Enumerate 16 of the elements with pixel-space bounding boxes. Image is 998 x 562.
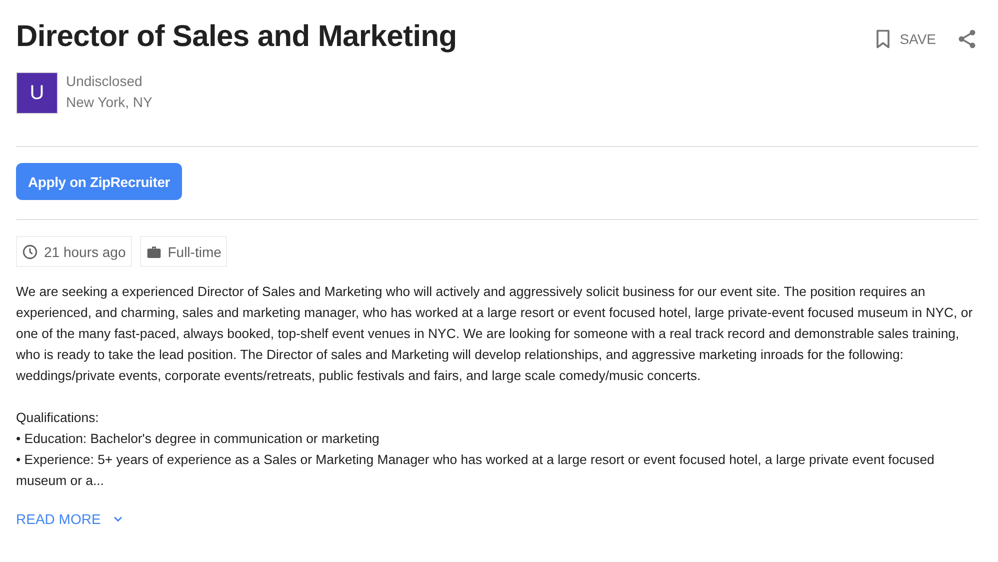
share-icon[interactable]	[956, 28, 978, 50]
company-logo: U	[16, 72, 58, 114]
qualifications-heading: Qualifications:	[16, 409, 100, 427]
briefcase-icon	[146, 244, 162, 260]
job-title: Director of Sales and Marketing	[16, 20, 457, 54]
apply-button[interactable]: Apply on ZipRecruiter	[16, 163, 182, 200]
company-name: Undisclosed	[66, 72, 144, 90]
save-button[interactable]: SAVE	[872, 28, 936, 50]
tag-label: Full-time	[168, 244, 222, 260]
job-location: New York, NY	[66, 93, 152, 111]
clock-icon	[22, 244, 38, 260]
description-text: We are seeking a experienced Director of Sales and Marketing who will actively and aggressively solicit business for our event site. The position requires an experienced, and charming, sales and marketing manager, who has worked at a large resort or event focused hotel, large private-event focused museum in NYC, or one of the many fast-paced, always booked, top-shelf event venues in NYC. We are looking for someone with a real track record and demonstrable sales training, who is ready to take the lead position. The Director of sales and Marketing will develop relationships, and aggressive marketing inroads for the following: weddings/private events, corporate events/retreats, public festivals and fairs, and large scale comedy/music concerts.	[16, 283, 974, 385]
qualification-item: • Experience: 5+ years of experience as a Sales or Marketing Manager who has worked at a large resort or event focused hotel, a large private event focused museum or a...	[16, 451, 936, 490]
tag-label: 21 hours ago	[44, 244, 126, 260]
read-more-button[interactable]: READ MORE	[16, 511, 125, 527]
qualification-item: • Education: Bachelor's degree in communication or marketing	[16, 430, 380, 448]
